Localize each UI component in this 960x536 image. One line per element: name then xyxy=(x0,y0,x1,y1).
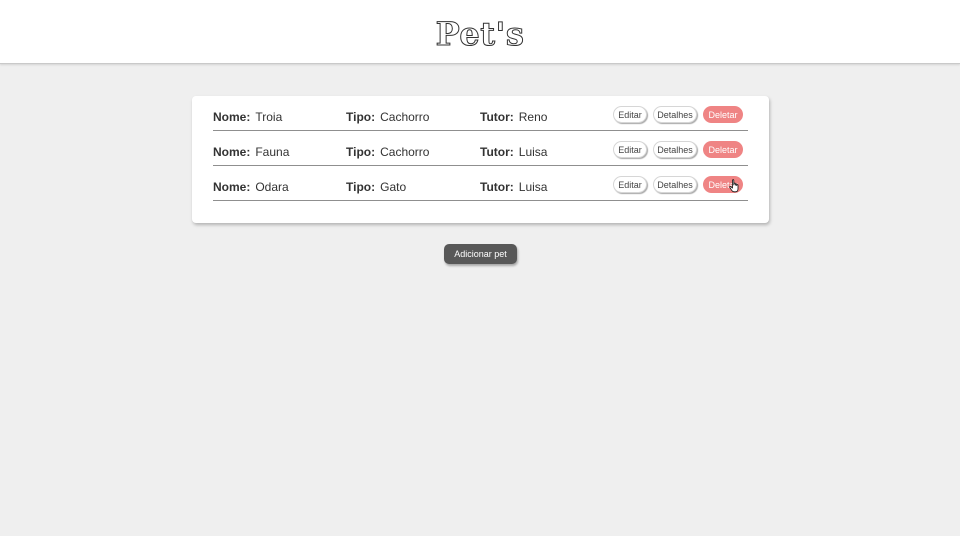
details-button[interactable]: Detalhes xyxy=(653,176,697,193)
pet-type-field: Tipo: Cachorro xyxy=(346,110,429,124)
pet-tutor-field: Tutor: Reno xyxy=(480,110,547,124)
tutor-label: Tutor: xyxy=(480,180,514,194)
pet-name-field: Nome: Odara xyxy=(213,180,289,194)
pet-row: Nome: Fauna Tipo: Cachorro Tutor: Luisa … xyxy=(213,131,748,166)
name-label: Nome: xyxy=(213,145,251,159)
name-label: Nome: xyxy=(213,180,251,194)
page-title: Pet's xyxy=(435,14,525,53)
pet-row: Nome: Troia Tipo: Cachorro Tutor: Reno E… xyxy=(213,96,748,131)
tutor-label: Tutor: xyxy=(480,110,514,124)
pet-type: Cachorro xyxy=(380,145,430,159)
pet-tutor: Reno xyxy=(518,110,548,124)
add-pet-button[interactable]: Adicionar pet xyxy=(444,244,517,264)
pet-row: Nome: Odara Tipo: Gato Tutor: Luisa Edit… xyxy=(213,166,748,201)
details-button[interactable]: Detalhes xyxy=(653,106,697,123)
tutor-label: Tutor: xyxy=(480,145,514,159)
pet-type-field: Tipo: Gato xyxy=(346,180,406,194)
row-actions: Editar Detalhes Deletar xyxy=(613,106,743,123)
row-actions: Editar Detalhes Deletar xyxy=(613,176,743,193)
pet-tutor-field: Tutor: Luisa xyxy=(480,180,547,194)
type-label: Tipo: xyxy=(346,180,376,194)
details-button[interactable]: Detalhes xyxy=(653,141,697,158)
delete-button[interactable]: Deletar xyxy=(703,141,743,158)
type-label: Tipo: xyxy=(346,145,376,159)
edit-button[interactable]: Editar xyxy=(613,176,647,193)
pet-tutor-field: Tutor: Luisa xyxy=(480,145,547,159)
edit-button[interactable]: Editar xyxy=(613,141,647,158)
pet-tutor: Luisa xyxy=(518,180,548,194)
delete-button[interactable]: Deletar xyxy=(703,106,743,123)
edit-button[interactable]: Editar xyxy=(613,106,647,123)
pet-list-card: Nome: Troia Tipo: Cachorro Tutor: Reno E… xyxy=(192,96,769,223)
pet-tutor: Luisa xyxy=(518,145,548,159)
hand-pointer-icon xyxy=(729,179,739,193)
type-label: Tipo: xyxy=(346,110,376,124)
pet-name: Fauna xyxy=(255,145,290,159)
pet-type: Gato xyxy=(380,180,407,194)
pet-name-field: Nome: Troia xyxy=(213,110,282,124)
row-actions: Editar Detalhes Deletar xyxy=(613,141,743,158)
page-header: Pet's xyxy=(0,0,960,64)
pet-name-field: Nome: Fauna xyxy=(213,145,289,159)
pet-type-field: Tipo: Cachorro xyxy=(346,145,429,159)
pet-name: Odara xyxy=(255,180,289,194)
pet-type: Cachorro xyxy=(380,110,430,124)
pet-name: Troia xyxy=(255,110,283,124)
name-label: Nome: xyxy=(213,110,251,124)
